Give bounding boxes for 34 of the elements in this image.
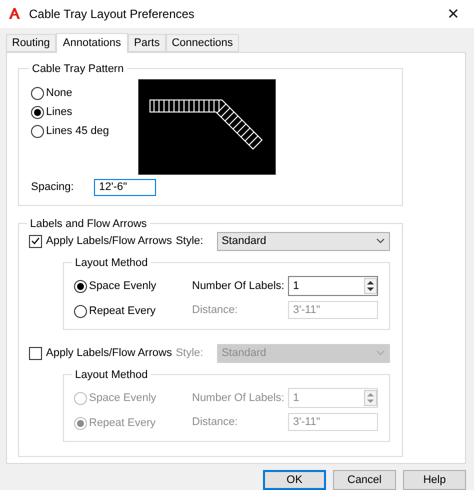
number-label: Number Of Labels: [192, 280, 286, 292]
style-label: Style: [176, 235, 204, 248]
chevron-down-icon [376, 238, 385, 244]
distance-label: Distance: [192, 416, 239, 428]
radio-option[interactable]: Lines 45 deg [31, 124, 138, 138]
radio-option[interactable]: Space Evenly [74, 280, 192, 293]
number-spinner[interactable]: 1 [288, 276, 378, 296]
radio-option[interactable]: None [31, 86, 138, 100]
dialog-button[interactable]: Cancel [333, 470, 396, 490]
style-label: Style: [176, 347, 204, 360]
group-title: Labels and Flow Arrows [29, 218, 148, 230]
spinner-arrows-icon[interactable] [364, 278, 377, 294]
check-icon [31, 237, 40, 246]
group-title: Layout Method [74, 368, 149, 381]
tab[interactable]: Connections [166, 34, 239, 52]
spacing-label: Spacing: [31, 181, 75, 194]
app-logo-icon [8, 7, 21, 20]
radio-option[interactable]: Lines [31, 106, 138, 119]
number-label: Number Of Labels: [192, 392, 286, 404]
spacing-field[interactable]: 12'-6" [94, 178, 156, 196]
distance-label: Distance: [192, 304, 239, 316]
group-title: Cable Tray Pattern [31, 62, 125, 75]
tab[interactable]: Annotations [56, 32, 128, 53]
window-title: Cable Tray Layout Preferences [29, 6, 196, 21]
group-title: Layout Method [74, 256, 149, 269]
close-button[interactable]: ✕ [447, 4, 466, 23]
dialog-button[interactable]: Help [403, 470, 466, 490]
tab[interactable]: Routing [6, 34, 56, 52]
dialog-button[interactable]: OK [263, 470, 326, 490]
tab[interactable]: Parts [128, 34, 166, 52]
chevron-down-icon [376, 350, 385, 356]
style-dropdown[interactable]: Standard [216, 232, 390, 251]
apply-checkbox[interactable]: Apply Labels/Flow Arrows [29, 234, 176, 248]
radio-option[interactable]: Repeat Every [74, 304, 192, 318]
